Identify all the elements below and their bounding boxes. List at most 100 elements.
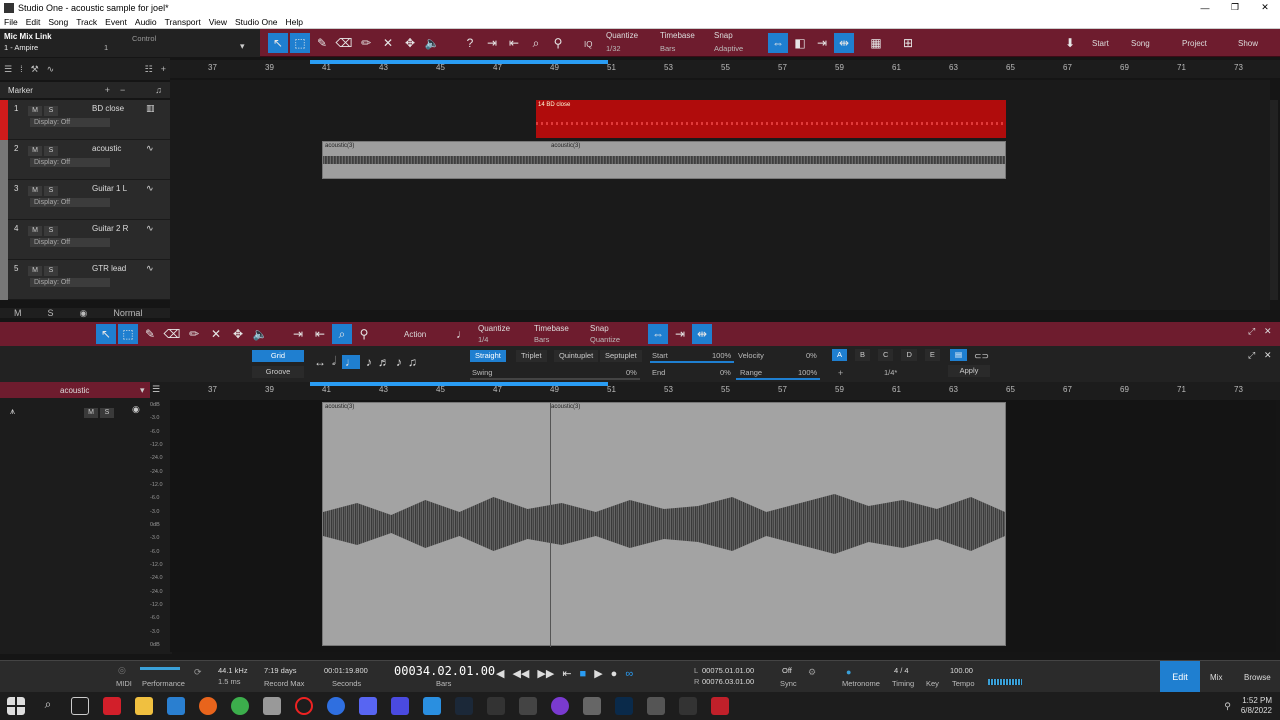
epic-icon[interactable]	[487, 697, 505, 715]
editor-list-icon[interactable]: ☰	[152, 384, 160, 395]
metronome-settings-icon[interactable]: ⚙	[808, 667, 816, 678]
quantize-select[interactable]: 1/4*	[884, 368, 897, 377]
arrange-ruler[interactable]: 37 39 41 43 45 47 49 51 53 55 57 59 61 6…	[170, 60, 1280, 78]
display-select[interactable]: Display: Off	[30, 198, 110, 207]
network-icon[interactable]: ⚲	[1224, 701, 1231, 712]
solo-button[interactable]: S	[44, 266, 58, 276]
opera-icon[interactable]	[295, 697, 313, 715]
display-select[interactable]: Display: Off	[30, 278, 110, 287]
snap-grid-icon[interactable]: ◧	[790, 33, 810, 53]
preset-b[interactable]: B	[855, 349, 871, 361]
task-view-icon[interactable]	[71, 697, 89, 715]
editor-snap-events-icon[interactable]: ⇥	[670, 324, 690, 344]
eraser-tool-icon[interactable]: ⌫	[334, 33, 354, 53]
track-name[interactable]: BD close	[92, 104, 124, 113]
help-icon[interactable]: ?	[460, 33, 480, 53]
track-name[interactable]: acoustic	[92, 144, 121, 153]
editor-canvas[interactable]: acoustic(3) acoustic(3)	[170, 400, 1276, 652]
preset-e[interactable]: E	[924, 349, 940, 361]
display-select[interactable]: Display: Off	[30, 238, 110, 247]
rewind-icon[interactable]: ◀	[496, 667, 504, 680]
device-dropdown-icon[interactable]: ▾	[240, 41, 245, 52]
chrome-icon[interactable]	[231, 697, 249, 715]
swing-slider[interactable]	[470, 378, 640, 380]
snap-value[interactable]: Adaptive	[714, 44, 743, 53]
sync-value[interactable]: Off	[782, 666, 792, 675]
metronome-icon[interactable]: ●	[846, 667, 851, 677]
record-icon[interactable]: ●	[611, 668, 618, 680]
arrow-tool-icon[interactable]: ↖	[268, 33, 288, 53]
action-button[interactable]: Action	[404, 330, 426, 339]
menu-file[interactable]: File	[0, 17, 22, 27]
snap-toggle-icon[interactable]: ⇔	[768, 33, 788, 53]
track-name[interactable]: Guitar 2 R	[92, 224, 128, 233]
grid-button[interactable]: Grid	[252, 350, 304, 362]
autoscroll-icon[interactable]: ⇥	[482, 33, 502, 53]
discord-icon[interactable]	[359, 697, 377, 715]
steam-icon[interactable]	[455, 697, 473, 715]
editor-split-icon[interactable]: ✎	[140, 324, 160, 344]
note-sixteenth-icon[interactable]: ♬	[378, 355, 390, 369]
to-start-icon[interactable]: ⇤	[562, 667, 571, 680]
mute-button[interactable]: M	[28, 186, 42, 196]
paint-tool-icon[interactable]: ✏	[356, 33, 376, 53]
editor-listen-icon[interactable]: 🔈	[250, 324, 270, 344]
quantize-panel-icon[interactable]: ♩	[452, 324, 472, 344]
arrange-vscroll[interactable]	[1270, 100, 1278, 300]
solo-button[interactable]: S	[44, 226, 58, 236]
editor-monitor-icon[interactable]: ◉	[132, 404, 140, 415]
editor-track-dropdown-icon[interactable]: ▾	[140, 385, 145, 396]
editor-ruler[interactable]: 37 39 41 43 45 47 49 51 53 55 57 59 61 6…	[170, 382, 1280, 400]
editor-clip[interactable]: acoustic(3) acoustic(3)	[322, 402, 1006, 647]
link-icon[interactable]: ⚲	[548, 33, 568, 53]
quintuplet-button[interactable]: Quintuplet	[554, 350, 599, 362]
track-header[interactable]: 5 MS GTR lead ∿ Display: Off	[0, 260, 170, 300]
editor-mute-icon[interactable]: ✕	[206, 324, 226, 344]
panel-detach-icon[interactable]: ⤢	[1248, 350, 1255, 361]
septuplet-button[interactable]: Septuplet	[600, 350, 642, 362]
track-header[interactable]: 4 MS Guitar 2 R ∿ Display: Off	[0, 220, 170, 260]
loop-icon[interactable]: ∞	[625, 668, 633, 680]
app-icon[interactable]	[327, 697, 345, 715]
bars-value[interactable]: 00034.02.01.00	[394, 664, 495, 678]
menu-event[interactable]: Event	[101, 17, 131, 27]
solo-button[interactable]: S	[44, 106, 58, 116]
app-icon[interactable]	[519, 697, 537, 715]
loop-start[interactable]: 00075.01.01.00	[702, 666, 754, 675]
zoom-icon[interactable]: ⌕	[526, 33, 546, 53]
follow-icon[interactable]: ⇤	[504, 33, 524, 53]
photoshop-icon[interactable]	[615, 697, 633, 715]
straight-button[interactable]: Straight	[470, 350, 506, 362]
track-header[interactable]: 1 MS BD close ▥ Display: Off	[0, 100, 170, 140]
stop-icon[interactable]: ■	[580, 668, 587, 680]
mute-button[interactable]: M	[28, 106, 42, 116]
global-mute[interactable]: M	[14, 308, 22, 318]
forward-icon[interactable]: ▶▶	[537, 667, 554, 680]
editor-arrow-icon[interactable]: ↖	[96, 324, 116, 344]
split-tool-icon[interactable]: ✎	[312, 33, 332, 53]
editor-snap-toggle-icon[interactable]: ⇔	[648, 324, 668, 344]
editor-quantize-value[interactable]: 1/4	[478, 335, 488, 344]
mute-tool-icon[interactable]: ✕	[378, 33, 398, 53]
file-explorer-icon[interactable]	[135, 697, 153, 715]
back-icon[interactable]: ◀◀	[512, 667, 529, 680]
editor-detach-icon[interactable]: ⤢	[1248, 326, 1255, 337]
app-icon[interactable]	[423, 697, 441, 715]
editor-track-header[interactable]: acoustic ▾	[0, 382, 150, 398]
menu-transport[interactable]: Transport	[161, 17, 205, 27]
firefox-icon[interactable]	[199, 697, 217, 715]
display-select[interactable]: Display: Off	[30, 158, 110, 167]
menu-song[interactable]: Song	[44, 17, 72, 27]
menu-edit[interactable]: Edit	[22, 17, 45, 27]
app-icon[interactable]	[391, 697, 409, 715]
list-icon[interactable]: ☰	[4, 64, 12, 75]
editor-eraser-icon[interactable]: ⌫	[162, 324, 182, 344]
clip-acoustic[interactable]: acoustic(3) acoustic(3)	[322, 141, 1006, 179]
editor-link-icon[interactable]: ⚲	[354, 324, 374, 344]
minimize-icon[interactable]: —	[1190, 3, 1220, 13]
arrange-canvas[interactable]: 14 BD close acoustic(3) acoustic(3)	[170, 80, 1270, 310]
display-select[interactable]: Display: Off	[30, 118, 110, 127]
apply-button[interactable]: Apply	[948, 365, 990, 377]
start-slider[interactable]	[650, 361, 734, 363]
clock[interactable]: 1:52 PM 6/8/2022	[1241, 696, 1272, 716]
